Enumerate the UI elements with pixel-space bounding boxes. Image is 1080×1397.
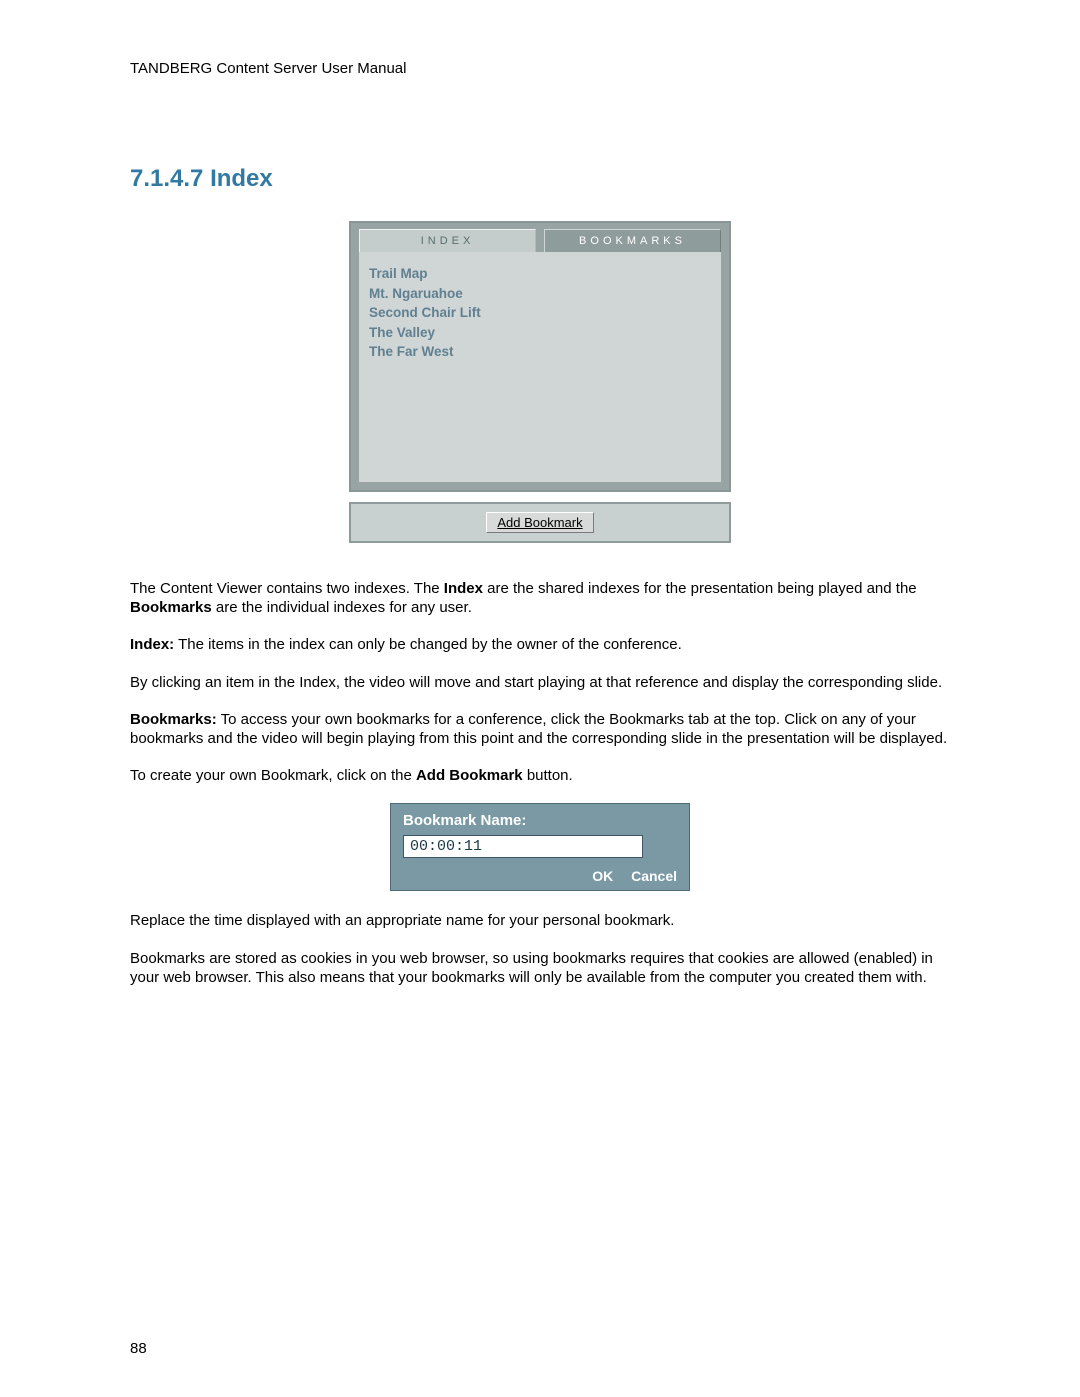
document-header: TANDBERG Content Server User Manual xyxy=(130,60,950,77)
index-figure: INDEX BOOKMARKS Trail Map Mt. Ngaruahoe … xyxy=(130,221,950,543)
paragraph-replace-time: Replace the time displayed with an appro… xyxy=(130,911,950,930)
text: To access your own bookmarks for a confe… xyxy=(130,711,947,747)
bookmark-dialog: Bookmark Name: OK Cancel xyxy=(390,803,690,891)
tabs-row: INDEX BOOKMARKS xyxy=(351,223,729,252)
bookmark-name-input[interactable] xyxy=(403,835,643,858)
cancel-button[interactable]: Cancel xyxy=(631,868,677,884)
section-heading: 7.1.4.7 Index xyxy=(130,165,950,193)
bold-index: Index xyxy=(444,580,483,597)
list-item[interactable]: Trail Map xyxy=(369,264,711,284)
tab-index[interactable]: INDEX xyxy=(359,229,536,252)
paragraph-bookmarks: Bookmarks: To access your own bookmarks … xyxy=(130,710,950,748)
text: are the individual indexes for any user. xyxy=(212,599,472,616)
text: The Content Viewer contains two indexes.… xyxy=(130,580,444,597)
dialog-actions: OK Cancel xyxy=(403,868,677,884)
bold-index-label: Index: xyxy=(130,636,174,653)
paragraph-create-bookmark: To create your own Bookmark, click on th… xyxy=(130,766,950,785)
text: are the shared indexes for the presentat… xyxy=(483,580,917,597)
bold-bookmarks-label: Bookmarks: xyxy=(130,711,217,728)
list-item[interactable]: Second Chair Lift xyxy=(369,303,711,323)
page-number: 88 xyxy=(130,1340,147,1357)
text: button. xyxy=(523,767,573,784)
ok-button[interactable]: OK xyxy=(592,868,613,884)
paragraph-cookies: Bookmarks are stored as cookies in you w… xyxy=(130,949,950,987)
bookmark-dialog-figure: Bookmark Name: OK Cancel xyxy=(130,803,950,891)
tab-bookmarks[interactable]: BOOKMARKS xyxy=(544,229,721,252)
index-panel: INDEX BOOKMARKS Trail Map Mt. Ngaruahoe … xyxy=(349,221,731,492)
list-item[interactable]: The Valley xyxy=(369,323,711,343)
text: To create your own Bookmark, click on th… xyxy=(130,767,416,784)
bold-bookmarks: Bookmarks xyxy=(130,599,212,616)
add-bookmark-button[interactable]: Add Bookmark xyxy=(486,512,593,533)
list-item[interactable]: Mt. Ngaruahoe xyxy=(369,284,711,304)
paragraph-click-item: By clicking an item in the Index, the vi… xyxy=(130,673,950,692)
add-bookmark-bar: Add Bookmark xyxy=(349,502,731,543)
paragraph-index: Index: The items in the index can only b… xyxy=(130,635,950,654)
bookmark-name-label: Bookmark Name: xyxy=(403,812,677,829)
list-item[interactable]: The Far West xyxy=(369,342,711,362)
text: The items in the index can only be chang… xyxy=(174,636,682,653)
paragraph-intro: The Content Viewer contains two indexes.… xyxy=(130,579,950,617)
index-list: Trail Map Mt. Ngaruahoe Second Chair Lif… xyxy=(359,252,721,482)
bold-add-bookmark: Add Bookmark xyxy=(416,767,523,784)
